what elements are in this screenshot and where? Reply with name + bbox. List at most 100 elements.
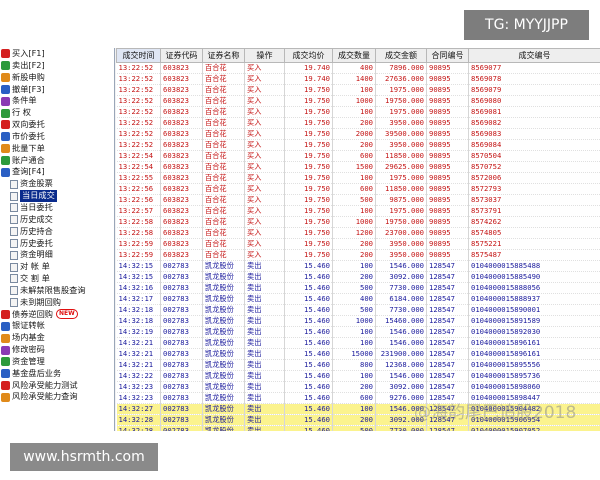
table-row[interactable]: 13:22:58 603823 百合花 买入 19.750 1000 19750.000 90… (116, 216, 600, 228)
table-row[interactable]: 13:22:52 603823 百合花 买入 19.750 200 3950.000 9089… (116, 117, 600, 129)
sidebar-item[interactable]: 新股申购 (0, 72, 114, 84)
table-cell: 15.460 (284, 271, 333, 283)
table-row[interactable]: 14:32:22 002783 凯龙股份 卖出 15.460 100 1546.000 128… (116, 370, 600, 382)
table-row[interactable]: 13:22:59 603823 百合花 买入 19.750 200 3950.000 9089… (116, 238, 600, 250)
table-row[interactable]: 13:22:52 603823 百合花 买入 19.740 400 7896.000 9089… (116, 62, 600, 74)
table-row[interactable]: 14:32:21 002783 凯龙股份 卖出 15.460 15000 231900.00… (116, 348, 600, 360)
table-row[interactable]: 13:22:58 603823 百合花 买入 19.750 1200 23700.000 90… (116, 227, 600, 239)
table-row[interactable]: 13:22:52 603823 百合花 买入 19.750 2000 39500.000 90… (116, 128, 600, 140)
table-row[interactable]: 13:22:52 603823 百合花 买入 19.750 200 3950.000 9089… (116, 139, 600, 151)
sidebar-item[interactable]: 账户通合 (0, 155, 114, 167)
col-header-amount[interactable]: 成交金额 (375, 48, 427, 63)
table-cell: 231900.000 (375, 348, 427, 360)
sidebar-item-label: 条件单 (12, 95, 37, 106)
table-row[interactable]: 13:22:55 603823 百合花 买入 19.750 100 1975.000 9089… (116, 172, 600, 184)
table-cell: 90895 (426, 161, 469, 173)
table-row[interactable]: 13:22:54 603823 百合花 买入 19.750 1500 29625.000 90… (116, 161, 600, 173)
table-row[interactable]: 13:22:56 603823 百合花 买入 19.750 500 9875.000 9089… (116, 194, 600, 206)
table-row[interactable]: 14:32:28 002783 凯龙股份 卖出 15.460 500 7730.000 128… (116, 425, 600, 431)
sidebar-item-label: 资金明细 (20, 249, 53, 260)
table-cell: 128547 (426, 260, 469, 272)
sidebar-item[interactable]: 查询[F4] (0, 166, 114, 178)
sidebar-item[interactable]: 风险承受能力测试 (0, 380, 114, 392)
table-cell: 128547 (426, 348, 469, 360)
col-header-action[interactable]: 操作 (244, 48, 285, 63)
table-row[interactable]: 14:32:19 002783 凯龙股份 卖出 15.460 100 1546.000 128… (116, 326, 600, 338)
table-cell: 1975.000 (375, 106, 427, 118)
sidebar-item[interactable]: 未到期回购 (0, 297, 114, 309)
table-row[interactable]: 13:22:57 603823 百合花 买入 19.750 100 1975.000 9089… (116, 205, 600, 217)
table-row[interactable]: 13:22:52 603823 百合花 买入 19.750 1000 19750.000 90… (116, 95, 600, 107)
col-header-avg-price[interactable]: 成交均价 (284, 48, 333, 63)
today-trades-table: 成交时间 证券代码 证券名称 操作 成交均价 成交数量 成交金额 合同编号 成交… (116, 48, 600, 431)
sidebar-item[interactable]: 历史成交 (0, 214, 114, 226)
sidebar-item[interactable]: 资金明细 (0, 249, 114, 261)
table-row[interactable]: 13:22:54 603823 百合花 买入 19.750 600 11850.000 908… (116, 150, 600, 162)
table-row[interactable]: 13:22:56 603823 百合花 买入 19.750 600 11850.000 908… (116, 183, 600, 195)
table-cell: 9875.000 (375, 194, 427, 206)
table-cell: 8569082 (468, 117, 600, 129)
sidebar-item[interactable]: 市价委托 (0, 131, 114, 143)
sidebar-item[interactable]: 当日成交 (0, 190, 114, 202)
table-cell: 14:32:23 (116, 392, 161, 404)
sidebar-item[interactable]: 历史委托 (0, 238, 114, 250)
table-cell: 500 (332, 304, 376, 316)
sidebar-item[interactable]: 债券逆回购 NEW (0, 309, 114, 321)
sidebar-item[interactable]: 修改密码 (0, 344, 114, 356)
table-row[interactable]: 13:22:52 603823 百合花 买入 19.750 100 1975.000 9089… (116, 84, 600, 96)
sidebar-item[interactable]: 资金股票 (0, 178, 114, 190)
sidebar-item[interactable]: 卖出[F2] (0, 60, 114, 72)
sidebar-item[interactable]: 当日委托 (0, 202, 114, 214)
table-cell: 90895 (426, 139, 469, 151)
table-row[interactable]: 14:32:18 002783 凯龙股份 卖出 15.460 1000 15460.000 1… (116, 315, 600, 327)
table-cell: 128547 (426, 315, 469, 327)
sidebar-item[interactable]: 银证转帐 (0, 320, 114, 332)
sidebar-item[interactable]: 未解禁限售股查询 (0, 285, 114, 297)
sidebar-item[interactable]: 双向委托 (0, 119, 114, 131)
col-header-code[interactable]: 证券代码 (160, 48, 203, 63)
trade-grid-area[interactable]: 成交时间 证券代码 证券名称 操作 成交均价 成交数量 成交金额 合同编号 成交… (116, 48, 600, 431)
table-cell: 卖出 (244, 282, 285, 294)
function-tree[interactable]: 买入[F1] 卖出[F2] 新股申购 撤单[F3] 条件单行 权双向委托 市价委托 批量下单… (0, 48, 115, 431)
table-cell: 14:32:16 (116, 282, 161, 294)
sidebar-item[interactable]: 对 帐 单 (0, 261, 114, 273)
col-header-name[interactable]: 证券名称 (202, 48, 245, 63)
sidebar-item[interactable]: 交 割 单 (0, 273, 114, 285)
table-row[interactable]: 14:32:21 002783 凯龙股份 卖出 15.460 100 1546.000 128… (116, 337, 600, 349)
sidebar-item-label: 对 帐 单 (20, 261, 50, 272)
col-header-quantity[interactable]: 成交数量 (332, 48, 376, 63)
table-row[interactable]: 14:32:23 002783 凯龙股份 卖出 15.460 200 3092.000 128… (116, 381, 600, 393)
sidebar-item[interactable]: 场内基金 (0, 332, 114, 344)
table-row[interactable]: 13:22:59 603823 百合花 买入 19.750 200 3950.000 9089… (116, 249, 600, 261)
col-header-trade-no[interactable]: 成交编号 (468, 48, 600, 63)
sidebar-item[interactable]: 条件单 (0, 95, 114, 107)
table-cell: 13:22:52 (116, 117, 161, 129)
table-cell: 600 (332, 150, 376, 162)
sidebar-item[interactable]: 买入[F1] (0, 48, 114, 60)
table-cell: 603823 (160, 227, 203, 239)
sidebar-item[interactable]: 风险承受能力查询 (0, 391, 114, 403)
sidebar-item[interactable]: 历史持合 (0, 226, 114, 238)
table-cell: 90895 (426, 128, 469, 140)
sidebar-item[interactable]: 资金管理 (0, 356, 114, 368)
table-cell: 19.750 (284, 84, 333, 96)
col-header-time[interactable]: 成交时间 (116, 48, 161, 63)
table-row[interactable]: 14:32:21 002783 凯龙股份 卖出 15.460 800 12368.000 12… (116, 359, 600, 371)
table-row[interactable]: 14:32:17 002783 凯龙股份 卖出 15.460 400 6184.000 128… (116, 293, 600, 305)
table-row[interactable]: 14:32:16 002783 凯龙股份 卖出 15.460 500 7730.000 128… (116, 282, 600, 294)
sidebar-item-label: 双向委托 (12, 119, 45, 130)
table-row[interactable]: 13:22:52 603823 百合花 买入 19.750 100 1975.000 9089… (116, 106, 600, 118)
table-row[interactable]: 14:32:18 002783 凯龙股份 卖出 15.460 500 7730.000 128… (116, 304, 600, 316)
table-cell: 14:32:22 (116, 370, 161, 382)
sidebar-item[interactable]: 行 权 (0, 107, 114, 119)
col-header-contract-no[interactable]: 合同编号 (426, 48, 469, 63)
table-row[interactable]: 14:32:15 002783 凯龙股份 卖出 15.460 200 3092.000 128… (116, 271, 600, 283)
table-row[interactable]: 13:22:52 603823 百合花 买入 19.740 1400 27636.000 90… (116, 73, 600, 85)
table-row[interactable]: 14:32:15 002783 凯龙股份 卖出 15.460 100 1546.000 128… (116, 260, 600, 272)
table-cell: 500 (332, 282, 376, 294)
sidebar-item[interactable]: 基金盘后业务 (0, 368, 114, 380)
table-cell: 8572006 (468, 172, 600, 184)
sidebar-item[interactable]: 撤单[F3] (0, 84, 114, 96)
table-cell: 买入 (244, 216, 285, 228)
sidebar-item[interactable]: 批量下单 (0, 143, 114, 155)
